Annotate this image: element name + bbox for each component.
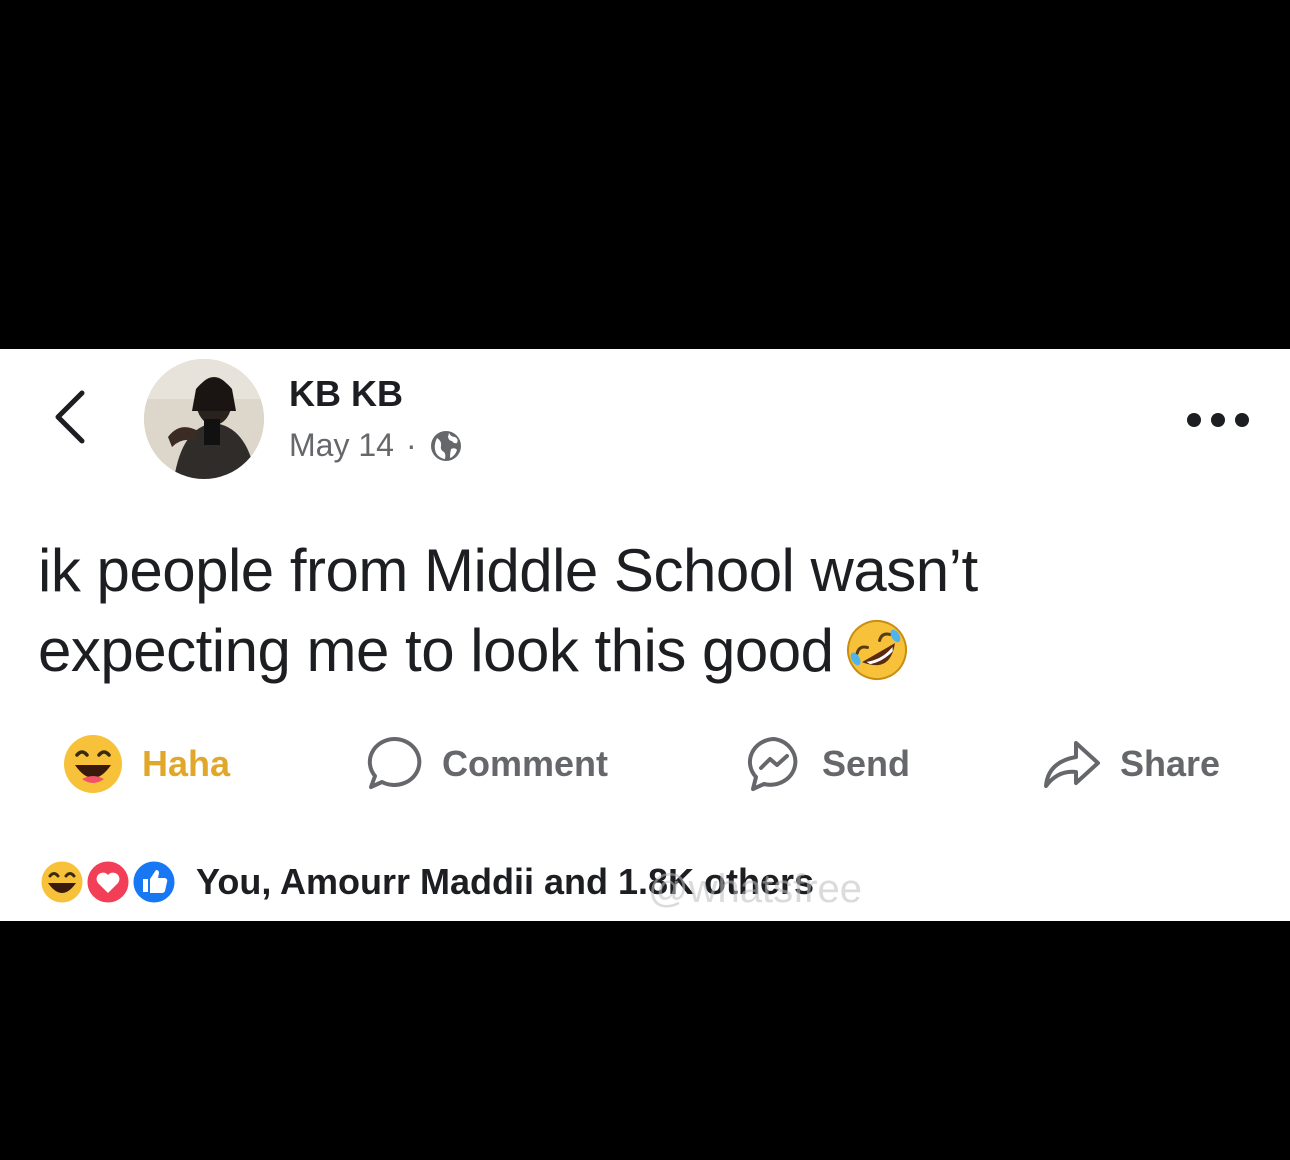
send-label: Send bbox=[822, 743, 911, 784]
share-arrow-icon bbox=[1044, 741, 1100, 788]
screenshot-frame: KB KB May 14 · ik people from Middle Sch… bbox=[0, 0, 1290, 1160]
love-icon bbox=[84, 858, 132, 906]
author-name[interactable]: KB KB bbox=[289, 373, 403, 415]
share-label: Share bbox=[1120, 743, 1221, 784]
post-text-line: ik people from Middle School wasn’t bbox=[38, 537, 978, 604]
meta-separator: · bbox=[405, 427, 417, 463]
reactions-summary-text: You, Amourr Maddii and bbox=[196, 861, 608, 902]
post-text-line: expecting me to look this good bbox=[38, 611, 1138, 691]
post-text: ik people from Middle School wasn’t expe… bbox=[38, 531, 1138, 691]
back-button[interactable] bbox=[46, 387, 96, 447]
avatar[interactable] bbox=[144, 359, 264, 479]
post-meta: May 14 · bbox=[289, 427, 463, 464]
like-icon bbox=[130, 858, 178, 906]
rolling-on-floor-laughing-emoji bbox=[846, 620, 907, 680]
comment-button[interactable]: Comment bbox=[364, 729, 608, 799]
globe-icon bbox=[430, 430, 461, 461]
send-button[interactable]: Send bbox=[744, 729, 910, 799]
more-options-button[interactable] bbox=[1184, 405, 1252, 435]
haha-label: Haha bbox=[142, 743, 231, 784]
chevron-left-icon bbox=[55, 390, 85, 444]
post-text-line-content: expecting me to look this good bbox=[38, 617, 834, 684]
haha-reaction-button[interactable]: Haha bbox=[62, 729, 230, 799]
watermark: @whatsfree bbox=[648, 867, 863, 911]
comment-label: Comment bbox=[442, 743, 609, 784]
reaction-icons bbox=[36, 858, 182, 906]
action-bar: Haha Comment Send Share bbox=[0, 729, 1290, 799]
post-card: KB KB May 14 · ik people from Middle Sch… bbox=[0, 349, 1290, 921]
messenger-icon bbox=[747, 737, 798, 791]
share-button[interactable]: Share bbox=[1042, 729, 1220, 799]
haha-icon bbox=[64, 735, 122, 793]
more-dots-icon bbox=[1187, 413, 1249, 427]
avatar-image bbox=[144, 359, 264, 479]
haha-icon bbox=[38, 858, 86, 906]
post-date[interactable]: May 14 bbox=[289, 427, 394, 464]
comment-icon bbox=[367, 736, 422, 789]
